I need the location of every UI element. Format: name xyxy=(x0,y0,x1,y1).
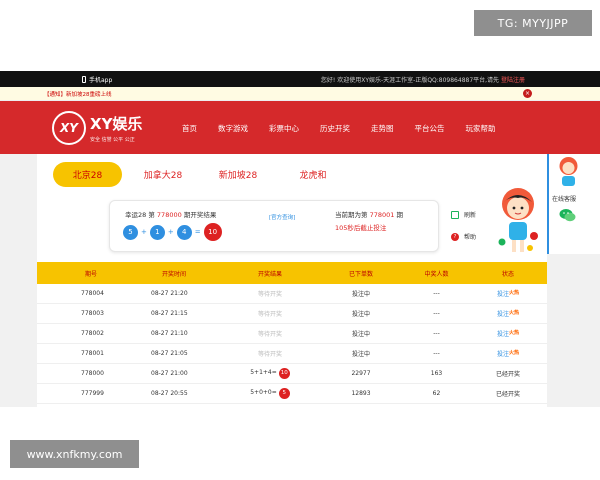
result-sum-ball: 5 xyxy=(278,388,290,399)
col-winners: 中奖人数 xyxy=(424,270,449,278)
col-result: 开奖结果 xyxy=(257,270,282,278)
result-ball: 1 xyxy=(149,224,165,240)
draw-history-table: 期号 开奖时间 开奖结果 已下单数 中奖人数 状态 778004 08-27 2… xyxy=(37,262,547,404)
hot-badge-icon: 火热 xyxy=(509,290,520,296)
bet-link[interactable]: 投注火热 xyxy=(469,349,547,358)
tab-singapore28[interactable]: 新加坡28 xyxy=(204,162,272,187)
hot-badge-icon: 火热 xyxy=(509,310,520,316)
notice-bar: 【通知】新加坡28重磅上线 × xyxy=(0,87,600,101)
tab-beijing28[interactable]: 北京28 xyxy=(53,162,122,187)
mascot-illustration xyxy=(498,188,538,252)
side-links: 刷新 ? 帮助 xyxy=(451,210,476,254)
draw-balls: 5 + 1 + 4 = 10 xyxy=(123,223,222,241)
close-icon[interactable]: × xyxy=(523,89,532,98)
mobile-app-label: 手机app xyxy=(89,76,113,84)
current-draw-info: 当前期为第 778001 期 105秒后截止投注 xyxy=(335,209,403,235)
last-draw-title: 幸运28 第 778000 期开奖结果 xyxy=(125,211,217,219)
bet-link[interactable]: 投注火热 xyxy=(469,329,547,338)
welcome-message: 您好! 欢迎使用XY娱乐-天涯工作室-正版QQ:809864887平台,请先 xyxy=(320,76,500,84)
table-row: 778001 08-27 21:05 等待开奖 投注中 --- 投注火热 xyxy=(37,344,547,364)
page: TG: MYYJJPP 手机app 您好! 欢迎使用XY娱乐-天涯工作室-正版Q… xyxy=(0,0,600,480)
tab-dragon-tiger[interactable]: 龙虎和 xyxy=(279,162,347,187)
col-time: 开奖时间 xyxy=(162,270,187,278)
main-panel: 北京28 加拿大28 新加坡28 龙虎和 幸运28 第 778000 期开奖结果… xyxy=(37,154,547,407)
result-sum-ball: 10 xyxy=(278,368,290,379)
help-icon: ? xyxy=(451,232,459,241)
result-ball: 5 xyxy=(123,224,138,240)
bet-link[interactable]: 投注火热 xyxy=(469,289,547,298)
nav-digital-games[interactable]: 数字游戏 xyxy=(218,123,248,134)
nav-player-help[interactable]: 玩家帮助 xyxy=(466,123,496,134)
brand-name: XY娱乐 xyxy=(90,115,143,133)
welcome-text: 您好! 欢迎使用XY娱乐-天涯工作室-正版QQ:809864887平台,请先 登… xyxy=(321,75,525,84)
nav-lottery-center[interactable]: 彩票中心 xyxy=(269,123,299,134)
countdown-text: 105秒后截止投注 xyxy=(335,224,387,232)
notice-text[interactable]: 【通知】新加坡28重磅上线 xyxy=(44,90,112,98)
logo[interactable]: XY XY娱乐 安全 信誉 公平 公正 xyxy=(52,111,142,145)
bet-link[interactable]: 投注火热 xyxy=(469,309,547,318)
status-text: 已经开奖 xyxy=(495,391,520,398)
help-button[interactable]: ? 帮助 xyxy=(451,232,476,241)
refresh-icon xyxy=(451,210,459,219)
online-service-label: 在线客服 xyxy=(552,196,577,203)
game-tabs: 北京28 加拿大28 新加坡28 龙虎和 xyxy=(53,162,354,187)
table-row: 778004 08-27 21:20 等待开奖 投注中 --- 投注火热 xyxy=(37,284,547,304)
draw-result-box: 幸运28 第 778000 期开奖结果 5 + 1 + 4 = 10 [官方查询… xyxy=(109,200,439,252)
hot-badge-icon: 火热 xyxy=(509,350,520,356)
customer-service-panel[interactable]: 在线客服 xyxy=(547,154,600,254)
table-header: 期号 开奖时间 开奖结果 已下单数 中奖人数 状态 xyxy=(37,262,547,284)
table-row: 778000 08-27 21:00 5+1+4= 10 22977 163 已经… xyxy=(37,364,547,384)
top-bar: 手机app 您好! 欢迎使用XY娱乐-天涯工作室-正版QQ:809864887平… xyxy=(0,71,600,87)
result-ball: 4 xyxy=(176,224,192,240)
nav-home[interactable]: 首页 xyxy=(182,123,197,134)
nav-trend-chart[interactable]: 走势图 xyxy=(371,123,394,134)
refresh-button[interactable]: 刷新 xyxy=(451,210,476,219)
tab-canada28[interactable]: 加拿大28 xyxy=(129,162,197,187)
col-issue: 期号 xyxy=(85,270,98,278)
last-draw-issue: 778000 xyxy=(156,211,182,219)
watermark-bottom: www.xnfkmy.com xyxy=(10,440,139,468)
col-orders: 已下单数 xyxy=(348,270,373,278)
service-agent-icon xyxy=(559,157,578,186)
col-status: 状态 xyxy=(501,270,514,278)
table-row: 777999 08-27 20:55 5+0+0= 5 12893 62 已经开奖 xyxy=(37,384,547,404)
login-register-link[interactable]: 登陆注册 xyxy=(501,77,525,84)
nav-history[interactable]: 历史开奖 xyxy=(320,123,350,134)
hot-badge-icon: 火热 xyxy=(509,330,520,336)
table-row: 778002 08-27 21:10 等待开奖 投注中 --- 投注火热 xyxy=(37,324,547,344)
main-nav: 首页 数字游戏 彩票中心 历史开奖 走势图 平台公告 玩家帮助 xyxy=(182,123,517,134)
wechat-icon[interactable] xyxy=(559,208,576,222)
watermark-top: TG: MYYJJPP xyxy=(474,10,592,36)
website-screenshot: 手机app 您好! 欢迎使用XY娱乐-天涯工作室-正版QQ:809864887平… xyxy=(0,71,600,407)
mobile-app-link[interactable]: 手机app xyxy=(82,75,112,84)
table-row: 778003 08-27 21:15 等待开奖 投注中 --- 投注火热 xyxy=(37,304,547,324)
result-sum-ball: 10 xyxy=(203,223,222,241)
nav-announcements[interactable]: 平台公告 xyxy=(415,123,445,134)
phone-icon xyxy=(82,75,86,83)
current-issue: 778001 xyxy=(369,211,395,219)
site-header: XY XY娱乐 安全 信誉 公平 公正 首页 数字游戏 彩票中心 历史开奖 走势… xyxy=(0,101,600,154)
official-query-link[interactable]: [官方查询] xyxy=(269,213,295,221)
logo-mark: XY xyxy=(52,111,86,145)
status-text: 已经开奖 xyxy=(495,371,520,378)
brand-slogan: 安全 信誉 公平 公正 xyxy=(90,137,135,143)
